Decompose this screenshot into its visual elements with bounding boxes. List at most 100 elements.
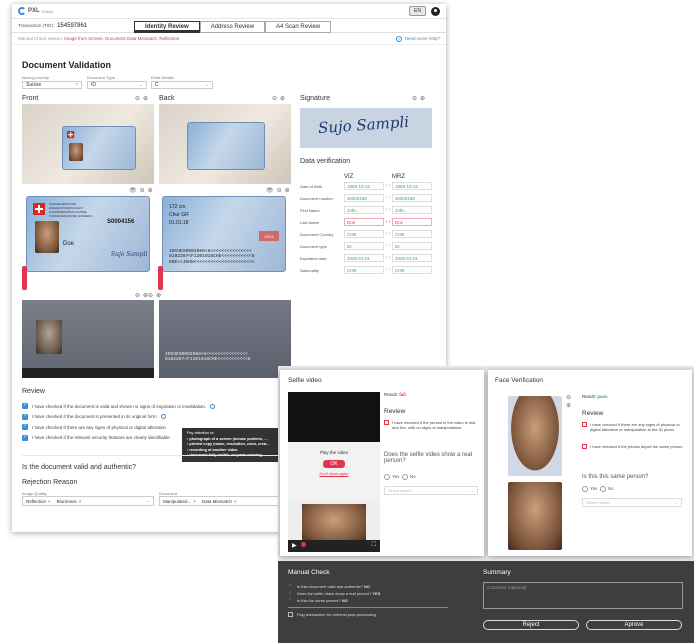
uv-mrz-zone: IDCHES0002068<6<<<<<<<<<<<<<<< 8102287<F… [165, 352, 250, 363]
face-review-label: I have checked if there are any signs of… [590, 422, 680, 432]
checkbox[interactable] [582, 422, 587, 427]
remove-tag-icon[interactable]: × [234, 499, 237, 504]
tag-data-mismatch[interactable]: Data Mismatch × [202, 499, 237, 504]
mrz-value[interactable]: John [392, 206, 432, 214]
review-check-label: I have checked if the document is valid … [32, 403, 207, 409]
document-type-select[interactable]: Document Type ID ⌄ [87, 75, 147, 89]
fullscreen-icon[interactable]: ⛶ [372, 542, 376, 549]
play-icon[interactable]: ▶ [292, 543, 297, 549]
back-original-photo[interactable] [159, 104, 291, 184]
issuing-country-label: Issuing country [22, 75, 49, 80]
selfie-video-player[interactable]: Play the video OK Don't show again ▶ ⛶ [288, 392, 380, 552]
viz-value[interactable]: CHE [344, 230, 384, 238]
tab-address-review[interactable]: Address Review [199, 21, 266, 33]
checkbox[interactable] [22, 413, 28, 420]
id-face-photo[interactable] [508, 396, 562, 476]
selfie-reason-select[interactable]: Select reason ⌄ [384, 486, 478, 495]
checkbox[interactable] [22, 434, 28, 441]
selfie-face-photo[interactable] [508, 482, 562, 550]
radio-yes[interactable] [582, 486, 588, 492]
approve-button[interactable]: Aprove [586, 620, 682, 630]
chevron-down-icon[interactable]: ⌄ [205, 82, 209, 88]
face-review-check-same[interactable]: I have checked if the photos depict the … [582, 444, 688, 449]
rejection-reason-heading: Rejection Reason [22, 479, 78, 486]
viz-value[interactable]: 1968-10-12 [344, 182, 384, 190]
radio-no[interactable] [401, 474, 408, 480]
result-label: Result: [384, 392, 399, 397]
face-zoom-controls[interactable]: ⊖ ⊕ [566, 394, 574, 411]
mrz-value[interactable]: CHE [392, 230, 432, 238]
help-link[interactable]: ? Need some help? [395, 35, 440, 42]
extra-details-select[interactable]: Extra Details C ⌄ [151, 75, 213, 89]
id-card-back-crop[interactable]: 172 cm Chur GR 01.01.18 2013 IDCHES00020… [162, 196, 286, 272]
flag-transaction-check[interactable]: Flag transaction for external post-proce… [288, 612, 376, 617]
ok-button[interactable]: OK [323, 460, 345, 468]
checkbox[interactable] [22, 402, 28, 410]
chevron-down-icon[interactable]: ⌄ [471, 488, 474, 493]
summary-comment-input[interactable]: Comment (optional) [483, 582, 683, 609]
reject-button[interactable]: Reject [483, 620, 579, 630]
tag-reflection[interactable]: Reflection × [26, 499, 51, 504]
tab-identity-review[interactable]: Identity Review [134, 21, 200, 33]
chevron-down-icon[interactable]: ⌄ [675, 500, 678, 505]
data-verification-row: First Name John ‹ › John [300, 204, 442, 216]
app-logo: PXL Check [18, 7, 53, 15]
chevron-down-icon[interactable]: ⌄ [139, 82, 143, 88]
info-icon[interactable] [210, 403, 216, 409]
selfie-review-check[interactable]: I have checked if the person in the vide… [384, 420, 480, 430]
info-icon[interactable] [160, 414, 166, 420]
compare-arrows-icon: ‹ › [385, 255, 391, 261]
back-crop-controls[interactable]: 👁⊖⊕ [266, 187, 293, 194]
front-original-photo[interactable] [22, 104, 154, 184]
viz-value[interactable]: Doe [344, 218, 384, 226]
back-uv-zoom-controls[interactable]: ⊖⊕ [148, 292, 164, 299]
front-zoom-controls[interactable]: ⊖⊕ [135, 95, 151, 102]
radio-no[interactable] [599, 486, 606, 492]
mrz-value[interactable]: 2026-01-01 [392, 254, 432, 262]
checkbox[interactable] [288, 612, 293, 617]
selfie-video-panel: Selfie video Play the video OK Don't sho… [280, 370, 484, 556]
back-zoom-controls[interactable]: ⊖⊕ [272, 95, 288, 102]
id-card-front-crop[interactable]: SCHWEIZERISCHE EIDGENOSSENSCHAFT CONFÉDÉR… [26, 196, 150, 272]
tab-a4-scan-review[interactable]: A4 Scan Review [265, 21, 332, 33]
video-controls[interactable] [22, 368, 154, 378]
front-uv-photo[interactable] [22, 300, 154, 378]
back-uv-photo[interactable]: IDCHES0002068<6<<<<<<<<<<<<<<< 8102287<F… [159, 300, 291, 378]
issuing-country-select[interactable]: Issuing country Suïsse × [22, 75, 82, 89]
viz-value[interactable]: 2026-01-01 [344, 254, 384, 262]
front-crop-controls[interactable]: 👁⊖⊕ [129, 187, 156, 194]
front-slider-handle[interactable] [22, 266, 27, 290]
language-selector[interactable]: EN [409, 6, 426, 16]
remove-tag-icon[interactable]: × [79, 499, 82, 504]
viz-value[interactable]: ID [344, 242, 384, 250]
mrz-value[interactable]: 1968-10-12 [392, 182, 432, 190]
viz-value[interactable]: s0004156 [344, 194, 384, 202]
validity-question: Is the document valid and authentic? [22, 464, 137, 471]
mrz-value[interactable]: s0004156 [392, 194, 432, 202]
back-slider-handle[interactable] [158, 266, 163, 290]
chevron-down-icon[interactable]: ⌄ [146, 498, 150, 504]
signature-zoom-controls[interactable]: ⊖⊕ [412, 95, 428, 102]
tag-manipulated[interactable]: Manipulated... × [163, 499, 196, 504]
checkbox[interactable] [384, 420, 389, 425]
checkbox[interactable] [582, 444, 587, 449]
viz-value[interactable]: John [344, 206, 384, 214]
tag-label: Reflection [26, 498, 47, 504]
remove-tag-icon[interactable]: × [193, 499, 196, 504]
face-reason-select[interactable]: Select reason ⌄ [582, 498, 682, 507]
mrz-value[interactable]: ID [392, 242, 432, 250]
radio-yes[interactable] [384, 474, 390, 480]
remove-tag-icon[interactable]: × [48, 499, 51, 504]
dont-show-again-link[interactable]: Don't show again [288, 472, 380, 476]
image-quality-select[interactable]: Reflection × Blurriness × ⌄ [22, 496, 154, 506]
user-avatar-icon[interactable] [431, 6, 440, 16]
divider [288, 607, 448, 608]
viz-value[interactable]: CHE [344, 266, 384, 274]
face-review-check-alteration[interactable]: I have checked if there are any signs of… [582, 422, 688, 432]
tag-blurriness[interactable]: Blurriness × [57, 499, 82, 504]
mrz-value[interactable]: Doc [392, 218, 432, 226]
id-number: S0004156 [107, 219, 135, 225]
clear-icon[interactable]: × [75, 82, 78, 88]
checkbox[interactable] [22, 423, 28, 431]
mrz-value[interactable]: CHE [392, 266, 432, 274]
